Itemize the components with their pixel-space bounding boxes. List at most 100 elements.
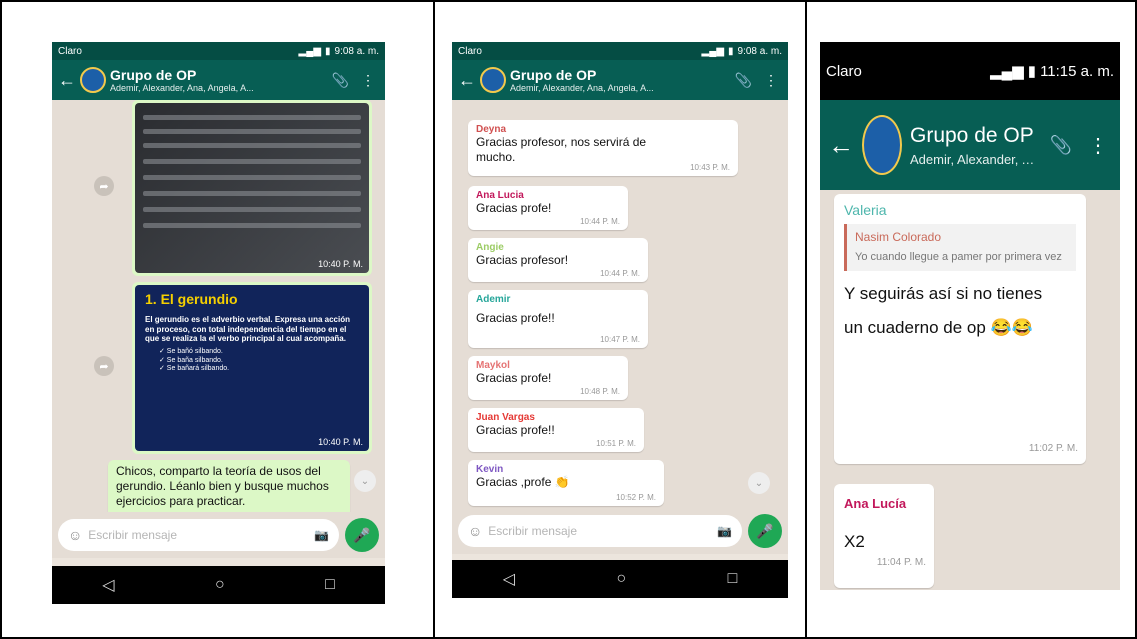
message-text: Gracias profe! [476, 371, 552, 385]
status-bar: Claro ▂▄▆ ▮ 9:08 a. m. [452, 42, 788, 60]
message-time: 10:40 P. M. [318, 259, 363, 269]
message-input-bar: ☺ Escribir mensaje 📷 🎤 [452, 508, 788, 554]
scroll-down-button[interactable]: ⌄ [748, 472, 770, 494]
status-bar: Claro ▂▄▆ ▮ 9:08 a. m. [52, 42, 385, 60]
sender-name: Ana Lucia [476, 190, 524, 201]
quoted-message[interactable]: Nasim Colorado Yo cuando llegue a pamer … [844, 224, 1076, 271]
chat-area: ➦ 10:40 P. M. ➦ 1. El gerundio El gerund… [52, 100, 385, 520]
group-title: Grupo de OP [110, 67, 197, 83]
more-options-icon[interactable]: ⋮ [760, 72, 782, 89]
message-text: X2 [844, 532, 865, 551]
image-message[interactable]: 10:40 P. M. [132, 100, 372, 276]
nav-home-icon[interactable]: ○ [215, 576, 225, 594]
battery-icon: ▮ [1027, 63, 1037, 80]
message-time: 10:44 P. M. [580, 217, 620, 226]
message-bubble[interactable]: Maykol Gracias profe! 10:48 P. M. [468, 356, 628, 400]
outgoing-message[interactable]: Chicos, comparto la teoría de usos del g… [108, 460, 350, 518]
mic-button[interactable]: 🎤 [345, 518, 379, 552]
message-bubble[interactable]: Deyna Gracias profesor, nos servirá de m… [468, 120, 738, 176]
nav-recent-icon[interactable]: □ [325, 576, 335, 594]
slide-image-gerundio: 1. El gerundio El gerundio es el adverbi… [135, 285, 369, 451]
message-bubble[interactable]: Ademir Gracias profe!! 10:47 P. M. [468, 290, 648, 348]
message-time: 11:02 P. M. [1028, 443, 1078, 454]
message-input[interactable]: ☺ Escribir mensaje 📷 [58, 519, 339, 551]
nav-back-icon[interactable]: ◁ [102, 575, 114, 595]
chat-header: ← Grupo de OP Ademir, Alexander, Ana, An… [52, 60, 385, 100]
chat-title[interactable]: Grupo de OP Ademir, Alexander, Ana, Ange… [910, 124, 1038, 167]
message-time: 10:47 P. M. [600, 335, 640, 344]
sender-name: Angie [476, 242, 504, 253]
nav-back-icon[interactable]: ◁ [503, 569, 515, 589]
sender-name: Valeria [844, 202, 887, 218]
group-members: Ademir, Alexander, Ana, Angela, A... [110, 83, 254, 93]
android-nav-bar: ◁ ○ □ [452, 560, 788, 598]
chat-area: Deyna Gracias profesor, nos servirá de m… [452, 100, 788, 510]
message-bubble[interactable]: Ana Lucia Gracias profe! 10:44 P. M. [468, 186, 628, 230]
emoji-icon[interactable]: ☺ [68, 527, 82, 543]
clock: 11:15 a. m. [1040, 62, 1114, 80]
phone-screenshot-1: Claro ▂▄▆ ▮ 9:08 a. m. ← Grupo de OP Ademi… [52, 42, 385, 604]
message-input[interactable]: ☺ Escribir mensaje 📷 [458, 515, 742, 547]
sender-name: Ana Lucía [844, 496, 907, 511]
clock: 9:08 a. m. [334, 45, 379, 57]
slide-example: ✓ Se baña silbando. [159, 356, 223, 364]
forward-icon[interactable]: ➦ [94, 176, 114, 196]
message-bubble[interactable]: Kevin Gracias ,profe 👏 10:52 P. M. [468, 460, 664, 506]
message-bubble[interactable]: Juan Vargas Gracias profe!! 10:51 P. M. [468, 408, 644, 452]
emoji-icon[interactable]: ☺ [468, 523, 482, 539]
sender-name: Juan Vargas [476, 412, 535, 423]
message-bubble[interactable]: Valeria Nasim Colorado Yo cuando llegue … [834, 194, 1086, 464]
attach-icon[interactable]: 📎 [328, 72, 353, 89]
message-text: Gracias profe!! [476, 311, 555, 325]
group-members: Ademir, Alexander, Ana, Angela, A... [910, 151, 1038, 167]
quote-text: Yo cuando llegue a pamer por primera vez [855, 251, 1062, 263]
image-message[interactable]: 1. El gerundio El gerundio es el adverbi… [132, 282, 372, 454]
back-arrow-icon[interactable]: ← [828, 132, 854, 158]
nav-recent-icon[interactable]: □ [728, 570, 738, 588]
group-avatar[interactable] [862, 115, 902, 175]
signal-icon: ▂▄▆ [298, 45, 322, 57]
message-placeholder: Escribir mensaje [488, 524, 577, 538]
chat-title[interactable]: Grupo de OP Ademir, Alexander, Ana, Ange… [110, 67, 324, 93]
message-time: 10:48 P. M. [580, 387, 620, 396]
battery-icon: ▮ [325, 45, 331, 57]
column-divider [805, 0, 807, 639]
battery-icon: ▮ [728, 45, 734, 57]
message-bubble[interactable]: Ana Lucía X2 11:04 P. M. [834, 484, 934, 588]
sender-name: Ademir [476, 294, 511, 305]
camera-icon[interactable]: 📷 [314, 528, 329, 542]
nav-home-icon[interactable]: ○ [616, 570, 626, 588]
group-avatar[interactable] [480, 67, 506, 93]
back-arrow-icon[interactable]: ← [458, 71, 476, 89]
chat-header: ← Grupo de OP Ademir, Alexander, Ana, An… [452, 60, 788, 100]
column-divider [433, 0, 435, 639]
mic-button[interactable]: 🎤 [748, 514, 782, 548]
chat-header: ← Grupo de OP Ademir, Alexander, Ana, An… [820, 100, 1120, 190]
back-arrow-icon[interactable]: ← [58, 71, 76, 89]
status-bar: Claro ▂▄▆ ▮ 11:15 a. m. [820, 42, 1120, 100]
attach-icon[interactable]: 📎 [731, 72, 756, 89]
carrier-label: Claro [826, 62, 862, 80]
message-time: 10:44 P. M. [600, 269, 640, 278]
message-text: Gracias profe! [476, 201, 552, 215]
message-input-bar: ☺ Escribir mensaje 📷 🎤 [52, 512, 385, 558]
more-options-icon[interactable]: ⋮ [1084, 133, 1112, 158]
group-members: Ademir, Alexander, Ana, Angela, A... [510, 83, 654, 93]
chat-title[interactable]: Grupo de OP Ademir, Alexander, Ana, Ange… [510, 67, 727, 93]
group-title: Grupo de OP [910, 123, 1034, 147]
carrier-label: Claro [58, 45, 82, 57]
more-options-icon[interactable]: ⋮ [357, 72, 379, 89]
group-avatar[interactable] [80, 67, 106, 93]
message-text: Gracias ,profe 👏 [476, 475, 570, 489]
phone-screenshot-3: Claro ▂▄▆ ▮ 11:15 a. m. ← Grupo de OP Adem… [820, 42, 1120, 590]
attach-icon[interactable]: 📎 [1046, 135, 1076, 156]
message-bubble[interactable]: Angie Gracias profesor! 10:44 P. M. [468, 238, 648, 282]
message-text: Gracias profe!! [476, 423, 555, 437]
forward-icon[interactable]: ➦ [94, 356, 114, 376]
slide-example: ✓ Se bañará silbando. [159, 365, 230, 373]
camera-icon[interactable]: 📷 [717, 524, 732, 538]
message-time: 11:04 P. M. [876, 557, 926, 568]
scroll-down-button[interactable]: ⌄ [354, 470, 376, 492]
message-text: Gracias profesor! [476, 253, 569, 267]
slide-image-table: 10:40 P. M. [135, 103, 369, 273]
